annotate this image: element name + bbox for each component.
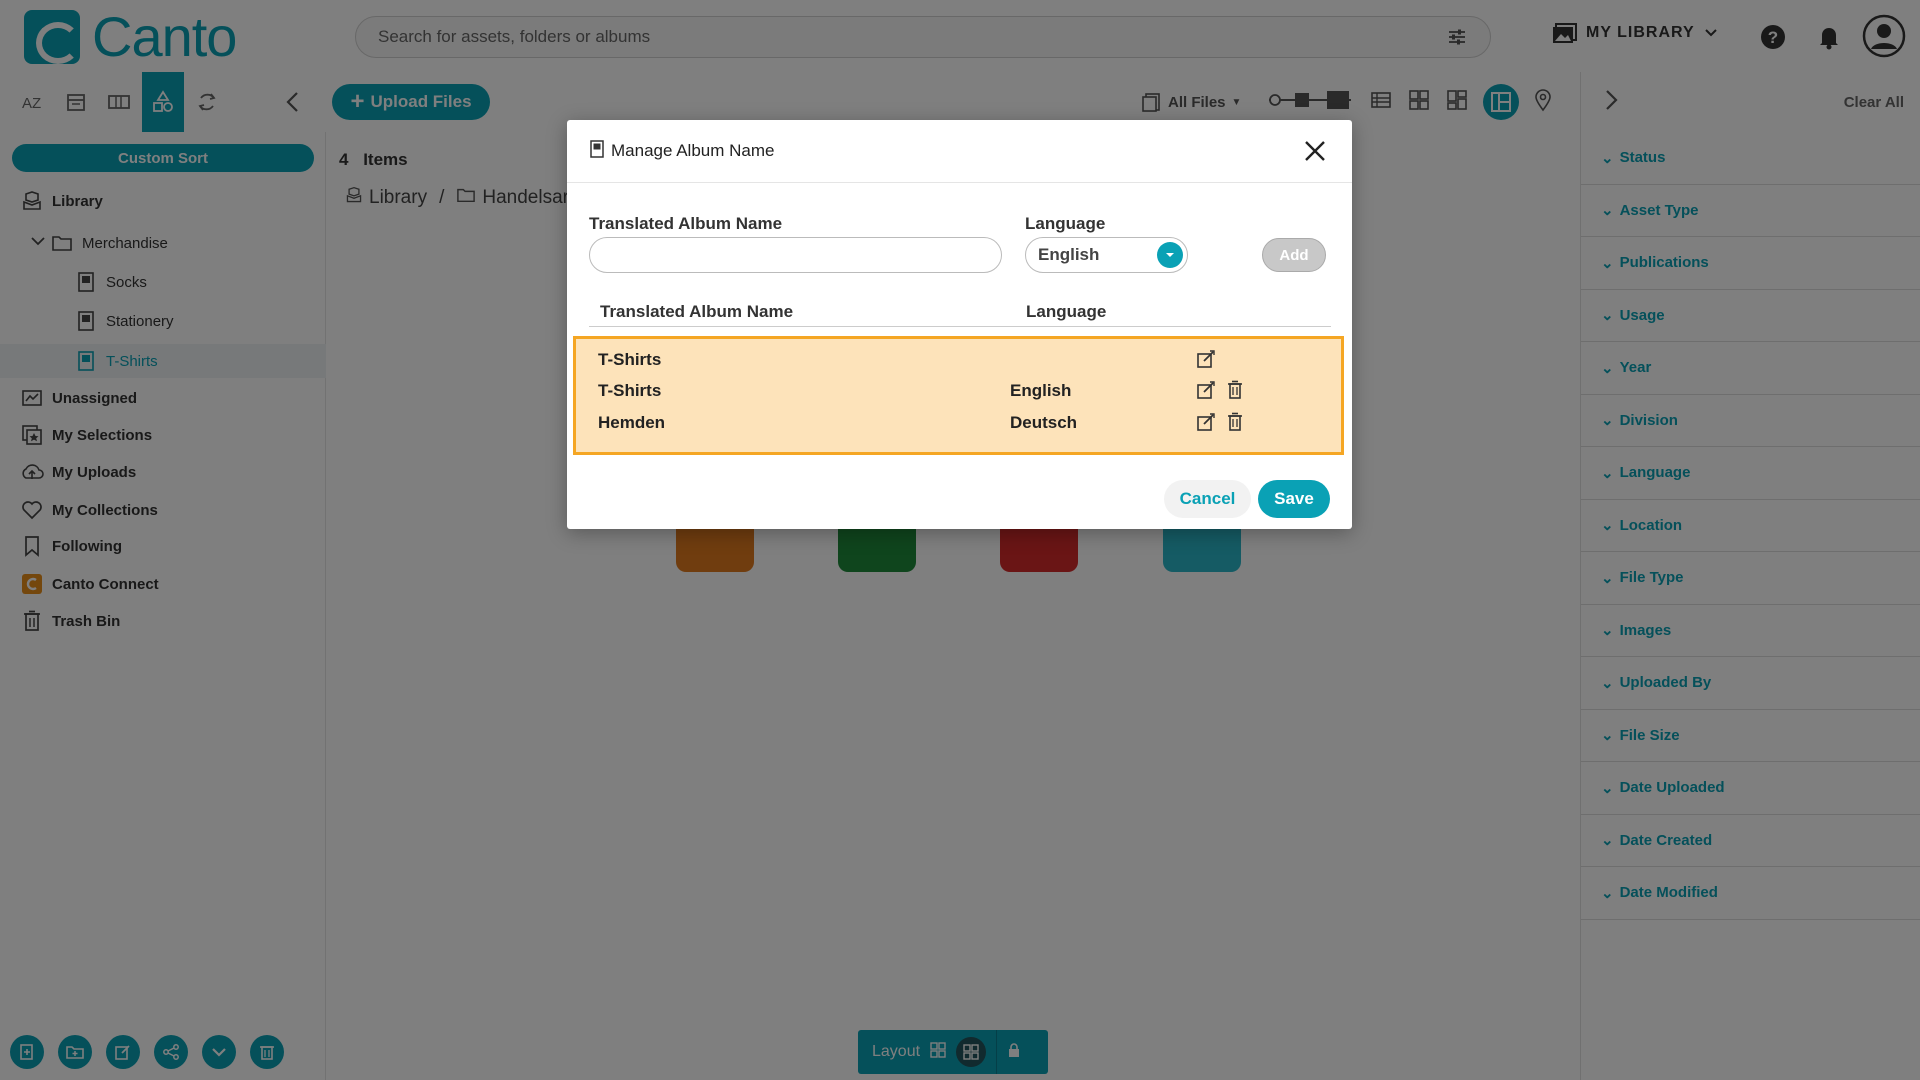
table-row: T-Shirts xyxy=(576,345,1341,375)
language-label: Language xyxy=(1025,214,1106,233)
cancel-button[interactable]: Cancel xyxy=(1164,480,1251,518)
table-row: T-Shirts English xyxy=(576,376,1341,406)
translations-table: T-Shirts T-Shirts English Hemden Deutsch xyxy=(573,336,1344,455)
translated-name-input[interactable] xyxy=(589,237,1002,273)
selected-language: English xyxy=(1038,245,1100,264)
row-name: T-Shirts xyxy=(598,381,662,400)
dropdown-arrow-icon xyxy=(1157,242,1183,268)
row-name: T-Shirts xyxy=(598,350,662,369)
manage-album-name-dialog: Manage Album Name Translated Album Name … xyxy=(567,120,1352,529)
save-button[interactable]: Save xyxy=(1258,480,1330,518)
add-button[interactable]: Add xyxy=(1262,238,1326,272)
album-icon xyxy=(589,139,605,164)
delete-icon[interactable] xyxy=(1226,380,1248,402)
edit-icon[interactable] xyxy=(1196,412,1218,434)
translated-name-label: Translated Album Name xyxy=(589,214,783,233)
language-select[interactable]: English xyxy=(1025,237,1188,273)
close-icon[interactable] xyxy=(1302,138,1328,164)
column-header-name: Translated Album Name xyxy=(600,302,794,321)
edit-icon[interactable] xyxy=(1196,349,1218,371)
dialog-title: Manage Album Name xyxy=(611,141,775,160)
table-header-divider xyxy=(589,326,1331,327)
table-row: Hemden Deutsch xyxy=(576,408,1341,438)
edit-icon[interactable] xyxy=(1196,380,1218,402)
delete-icon[interactable] xyxy=(1226,412,1248,434)
row-language: English xyxy=(1010,381,1072,400)
dialog-header: Manage Album Name xyxy=(567,120,1352,183)
column-header-language: Language xyxy=(1026,302,1107,321)
row-language: Deutsch xyxy=(1010,413,1078,432)
row-name: Hemden xyxy=(598,413,666,432)
